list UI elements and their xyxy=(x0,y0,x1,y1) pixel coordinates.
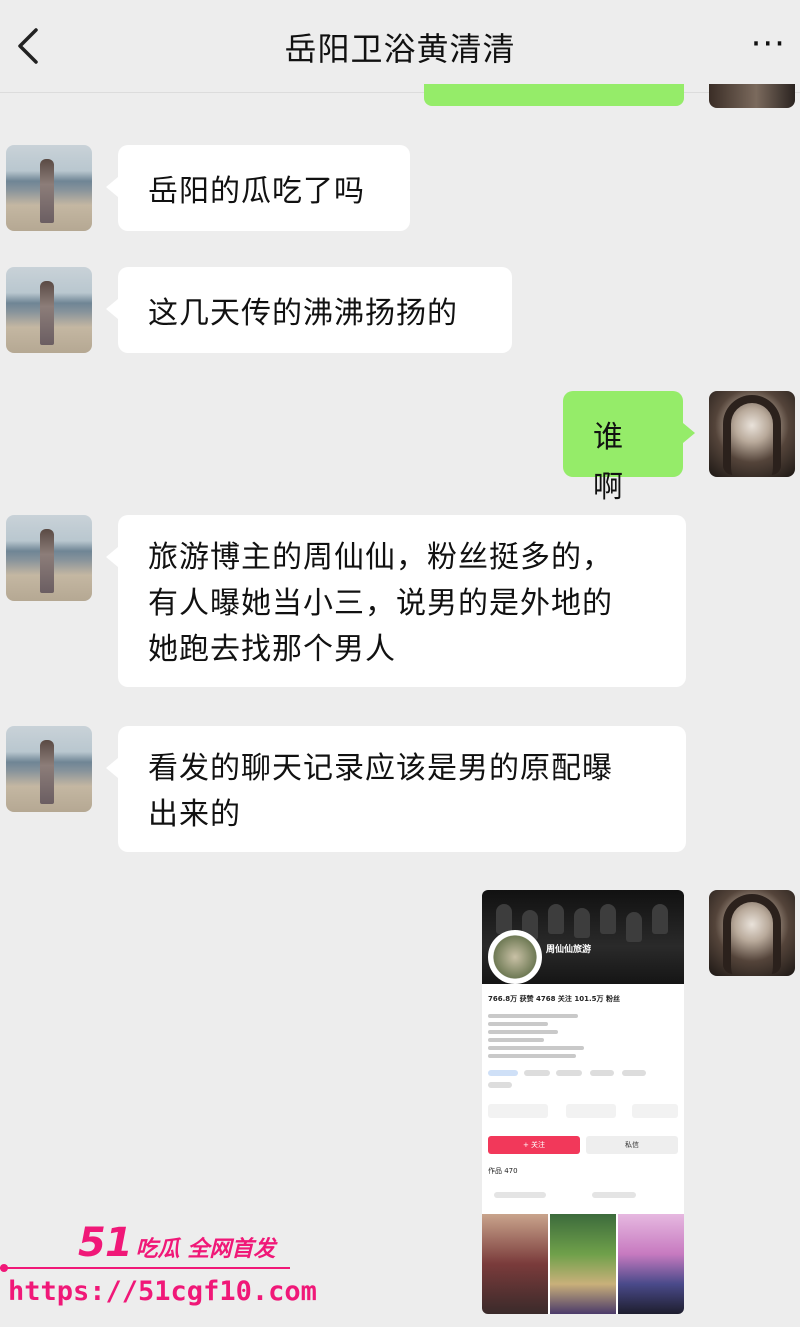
contact-avatar[interactable] xyxy=(6,515,92,601)
works-label: 作品 470 xyxy=(488,1167,518,1175)
chat-header: 岳阳卫浴黄清清 ··· xyxy=(0,0,800,93)
my-avatar[interactable] xyxy=(709,890,795,976)
contact-avatar[interactable] xyxy=(6,267,92,353)
message-line: 有人曝她当小三，说男的是外地的 xyxy=(148,586,613,621)
message-text: 岳阳的瓜吃了吗 xyxy=(148,174,365,209)
message-line: 旅游博主的周仙仙，粉丝挺多的， xyxy=(148,540,613,575)
message-text: 谁啊 xyxy=(593,420,624,505)
follow-button: + 关注 xyxy=(488,1136,580,1154)
shared-profile-screenshot[interactable]: 周仙仙旅游 766.8万 获赞 4768 关注 101.5万 粉丝 + 关注 私… xyxy=(482,890,684,1314)
watermark-brand: 51 吃瓜 全网首发 xyxy=(78,1220,275,1266)
chat-title: 岳阳卫浴黄清清 xyxy=(284,30,516,68)
profile-avatar xyxy=(488,930,542,984)
message-line: 出来的 xyxy=(148,797,241,832)
watermark: 51 吃瓜 全网首发 https://51cgf10.com xyxy=(0,1210,317,1320)
previous-outgoing-bubble xyxy=(424,84,684,106)
profile-stats: 766.8万 获赞 4768 关注 101.5万 粉丝 xyxy=(488,995,620,1003)
video-grid xyxy=(482,1214,684,1314)
my-avatar[interactable] xyxy=(709,391,795,477)
outgoing-message-bubble[interactable]: 谁啊 xyxy=(563,391,695,505)
profile-name: 周仙仙旅游 xyxy=(546,945,592,955)
more-options-icon[interactable]: ··· xyxy=(751,24,786,64)
message-line: 她跑去找那个男人 xyxy=(148,632,396,667)
incoming-message-bubble[interactable]: 旅游博主的周仙仙，粉丝挺多的， 有人曝她当小三，说男的是外地的 她跑去找那个男人 xyxy=(106,515,686,687)
watermark-tagline: 吃瓜 全网首发 xyxy=(135,1237,276,1262)
watermark-rule xyxy=(0,1264,290,1272)
message-line: 看发的聊天记录应该是男的原配曝 xyxy=(148,751,613,786)
contact-avatar[interactable] xyxy=(6,726,92,812)
incoming-message-bubble[interactable]: 岳阳的瓜吃了吗 xyxy=(106,145,410,231)
watermark-number: 51 xyxy=(78,1220,133,1266)
incoming-message-bubble[interactable]: 看发的聊天记录应该是男的原配曝 出来的 xyxy=(106,726,686,852)
message-text: 这几天传的沸沸扬扬的 xyxy=(148,296,458,331)
my-avatar-partial[interactable] xyxy=(709,84,795,108)
contact-avatar[interactable] xyxy=(6,145,92,231)
watermark-url: https://51cgf10.com xyxy=(8,1276,317,1307)
incoming-message-bubble[interactable]: 这几天传的沸沸扬扬的 xyxy=(106,267,512,353)
message-button: 私信 xyxy=(586,1136,678,1154)
